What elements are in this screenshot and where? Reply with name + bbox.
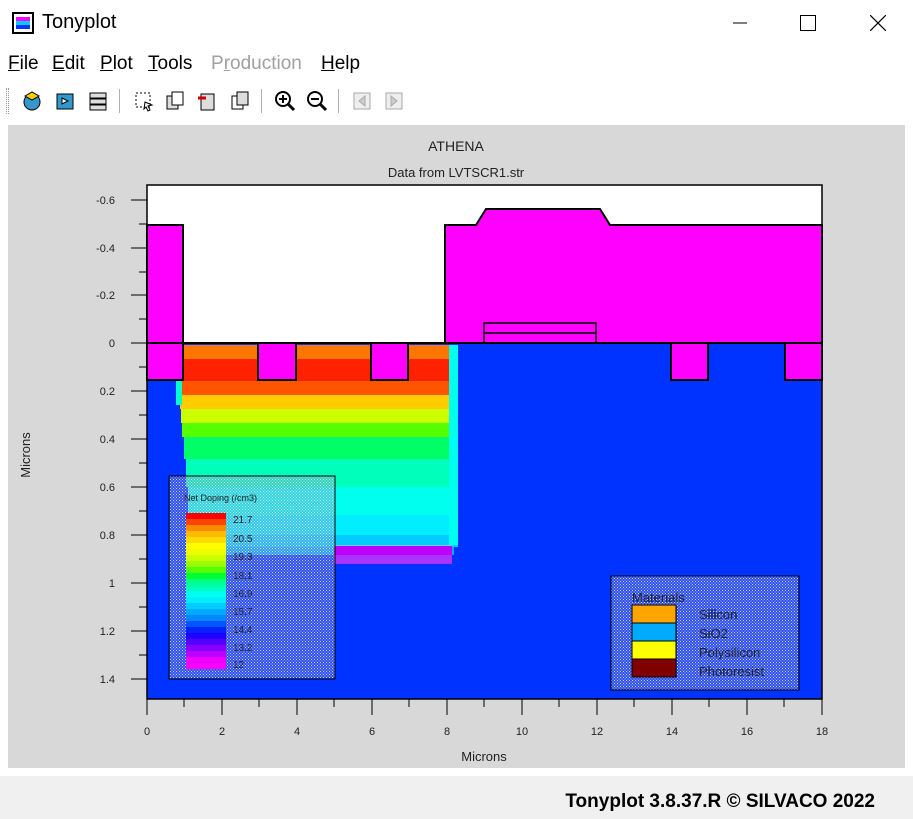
print-icon xyxy=(89,92,107,111)
minimize-icon xyxy=(733,22,747,24)
zoom-in-button[interactable] xyxy=(273,89,297,113)
polysilicon-swatch xyxy=(631,640,677,660)
status-text: Tonyplot 3.8.37.R © SILVACO 2022 xyxy=(565,791,875,812)
x-tick-label: 10 xyxy=(516,726,528,738)
y-tick-label: -0.6 xyxy=(96,195,115,207)
minimize-button[interactable] xyxy=(705,0,775,46)
zoom-out-button[interactable] xyxy=(305,89,329,113)
close-button[interactable] xyxy=(843,0,913,46)
save-button[interactable] xyxy=(53,89,77,113)
y-tick-label: 0.8 xyxy=(100,530,115,542)
athena-plot[interactable]: ATHENA Data from LVTSCR1.str -0.6 -0.4 -… xyxy=(8,125,905,768)
copy-icon xyxy=(166,91,184,110)
doping-legend-label: 16.9 xyxy=(233,589,253,600)
doping-legend-label: 15.7 xyxy=(233,607,253,618)
menu-plot[interactable]: Plot xyxy=(100,53,133,75)
x-tick-label: 6 xyxy=(369,726,375,738)
y-tick-label: 1.4 xyxy=(100,674,115,686)
y-tick-label: 0.6 xyxy=(100,482,115,494)
toolbar-separator xyxy=(261,89,262,113)
y-tick-label: 0.4 xyxy=(100,434,115,446)
load-icon xyxy=(23,91,41,111)
menu-bar: File Edit Plot Tools Production Help xyxy=(0,46,913,82)
forward-button[interactable] xyxy=(382,89,406,113)
load-button[interactable] xyxy=(20,89,44,113)
y-tick-label: 0 xyxy=(109,338,115,350)
menu-production[interactable]: Production xyxy=(211,53,302,75)
x-tick-label: 0 xyxy=(144,726,150,738)
x-tick-label: 12 xyxy=(591,726,603,738)
doping-legend[interactable]: Net Doping (/cm3) 21.7 20.5 19.3 18.1 16… xyxy=(168,475,336,680)
status-bar: Tonyplot 3.8.37.R © SILVACO 2022 xyxy=(0,776,913,819)
menu-edit[interactable]: Edit xyxy=(52,53,85,75)
doping-legend-label: 18.1 xyxy=(233,571,253,582)
delete-icon xyxy=(198,93,215,111)
print-button[interactable] xyxy=(86,89,110,113)
doping-legend-label: 19.3 xyxy=(233,552,253,563)
select-button[interactable] xyxy=(132,89,156,113)
photoresist-swatch xyxy=(631,658,677,678)
x-tick-label: 4 xyxy=(294,726,300,738)
plot-title: ATHENA xyxy=(428,138,484,154)
doping-legend-label: 12 xyxy=(233,660,245,671)
doping-color-scale xyxy=(186,513,226,669)
toolbar-grip[interactable] xyxy=(6,88,9,114)
zoom-out-icon xyxy=(307,91,328,112)
y-tick-label: 1 xyxy=(109,578,115,590)
paste-button[interactable] xyxy=(228,89,252,113)
doping-legend-label: 14.4 xyxy=(233,625,253,636)
x-tick-label: 16 xyxy=(741,726,753,738)
menu-file[interactable]: File xyxy=(8,53,39,75)
y-tick-label: -0.4 xyxy=(96,243,115,255)
materials-legend-label: SiO2 xyxy=(699,626,728,641)
materials-legend-title: Materials xyxy=(632,590,685,605)
paste-icon xyxy=(231,91,249,110)
x-tick-label: 8 xyxy=(444,726,450,738)
x-axis: 0 2 4 6 8 10 12 14 16 18 xyxy=(144,699,828,738)
doping-legend-label: 13.2 xyxy=(233,643,253,654)
sio2-swatch xyxy=(631,622,677,642)
back-icon xyxy=(353,92,371,110)
x-axis-label: Microns xyxy=(461,749,507,764)
select-icon xyxy=(135,92,154,112)
tonyplot-app-icon xyxy=(12,12,34,34)
toolbar-separator xyxy=(119,89,120,113)
y-tick-label: 0.2 xyxy=(100,386,115,398)
y-tick-label: -0.2 xyxy=(96,290,115,302)
zoom-in-icon xyxy=(275,91,296,112)
doping-legend-label: 21.7 xyxy=(233,515,253,526)
maximize-button[interactable] xyxy=(773,0,843,46)
materials-legend[interactable]: Materials Silicon SiO2 Polysilicon Photo… xyxy=(610,575,800,691)
forward-icon xyxy=(385,92,403,110)
materials-legend-label: Polysilicon xyxy=(699,645,760,660)
plot-frame: ATHENA Data from LVTSCR1.str -0.6 -0.4 -… xyxy=(8,125,905,768)
x-tick-label: 18 xyxy=(816,726,828,738)
x-tick-label: 14 xyxy=(666,726,678,738)
window-title: Tonyplot xyxy=(42,11,117,33)
title-bar: Tonyplot xyxy=(0,0,913,46)
delete-button[interactable] xyxy=(195,89,219,113)
close-icon xyxy=(870,15,886,31)
menu-tools[interactable]: Tools xyxy=(148,53,192,75)
doping-legend-label: 20.5 xyxy=(233,534,253,545)
silicon-swatch xyxy=(631,604,677,624)
x-tick-label: 2 xyxy=(219,726,225,738)
doping-legend-title: Net Doping (/cm3) xyxy=(184,493,257,503)
save-icon xyxy=(56,93,74,110)
copy-button[interactable] xyxy=(163,89,187,113)
y-axis: -0.6 -0.4 -0.2 0 0.2 0.4 0.6 0.8 1 1.2 1… xyxy=(96,195,147,686)
y-axis-label: Microns xyxy=(18,432,33,478)
toolbar-separator xyxy=(338,89,339,113)
plot-subtitle: Data from LVTSCR1.str xyxy=(388,165,525,180)
maximize-icon xyxy=(800,15,816,31)
menu-help[interactable]: Help xyxy=(321,53,360,75)
materials-legend-label: Photoresist xyxy=(699,664,764,679)
y-tick-label: 1.2 xyxy=(100,626,115,638)
materials-legend-label: Silicon xyxy=(699,607,737,622)
toolbar xyxy=(0,84,913,118)
back-button[interactable] xyxy=(350,89,374,113)
